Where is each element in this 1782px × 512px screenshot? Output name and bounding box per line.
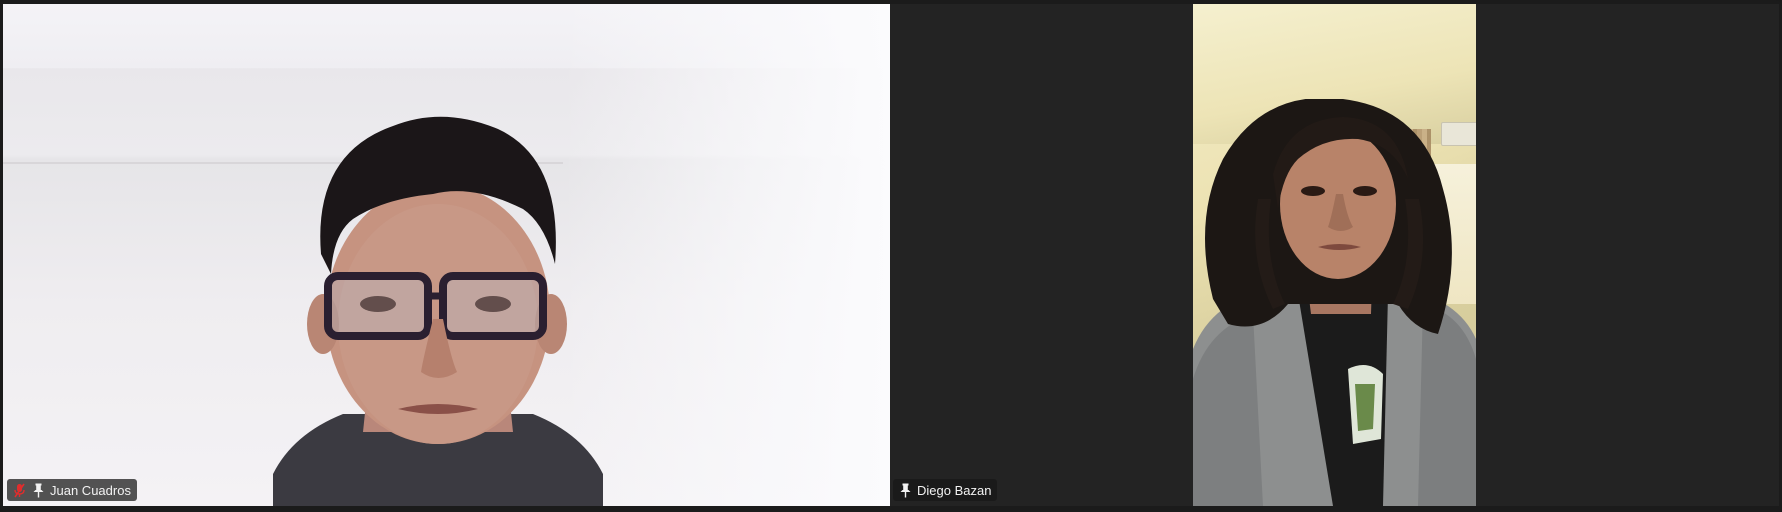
- participant-name: Diego Bazan: [917, 482, 992, 498]
- participant-name-tag-juan: Juan Cuadros: [7, 479, 137, 501]
- meeting-gallery-view: Juan Cuadros Diego Bazan: [0, 0, 1782, 512]
- mic-muted-icon: [12, 482, 26, 498]
- participant-name-tag-diego: Diego Bazan: [893, 479, 998, 501]
- participant-name: Juan Cuadros: [50, 482, 131, 498]
- video-tile-diego-bazan[interactable]: Diego Bazan: [890, 4, 1779, 506]
- video-tile-juan-cuadros[interactable]: Juan Cuadros: [3, 4, 890, 506]
- participant-video-juan-cuadros: [273, 116, 603, 506]
- video-feed-wall: [563, 4, 890, 506]
- participant-figure-diego: [1193, 99, 1476, 506]
- pin-icon: [898, 482, 912, 498]
- participant-video-diego-bazan: [1193, 4, 1476, 506]
- pin-icon: [31, 482, 45, 498]
